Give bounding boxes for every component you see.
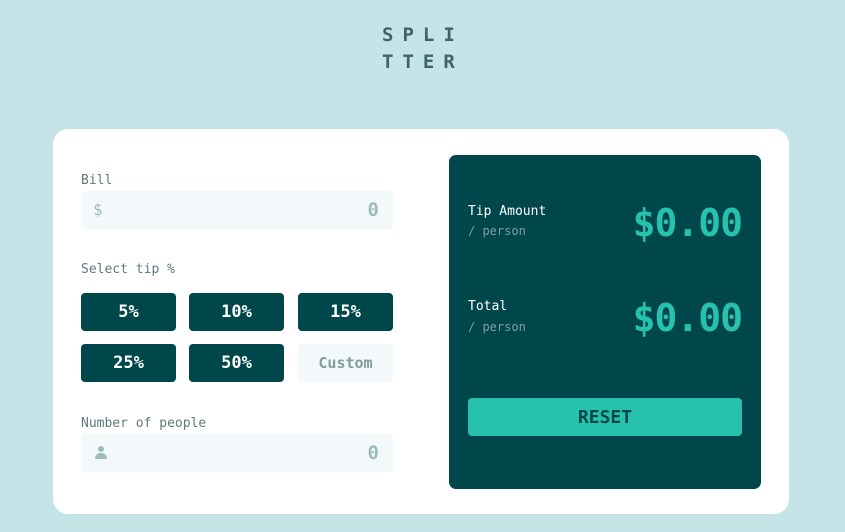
total-value: $0.00 [632, 296, 743, 340]
bill-input[interactable]: $ 0 [81, 191, 393, 229]
tip-15-button[interactable]: 15% [298, 293, 393, 331]
tip-amount-title: Tip Amount [468, 204, 547, 219]
tip-10-button[interactable]: 10% [189, 293, 284, 331]
total-sub: / person [468, 320, 526, 334]
calculator-card: Bill $ 0 Select tip % 5% 10% 15% 25% 50%… [53, 129, 789, 514]
bill-label: Bill [81, 173, 113, 188]
reset-button[interactable]: RESET [468, 398, 742, 436]
app-logo: SPLI TTER [382, 22, 472, 76]
dollar-icon: $ [93, 200, 103, 219]
tip-label: Select tip % [81, 262, 175, 277]
people-label: Number of people [81, 416, 207, 431]
person-icon [95, 446, 107, 460]
tip-amount-value: $0.00 [632, 201, 743, 245]
tip-50-button[interactable]: 50% [189, 344, 284, 382]
bill-value: 0 [367, 199, 379, 221]
logo-line-2: TTER [382, 51, 464, 73]
people-input[interactable]: 0 [81, 434, 393, 472]
tip-25-button[interactable]: 25% [81, 344, 176, 382]
people-value: 0 [367, 442, 379, 464]
tip-5-button[interactable]: 5% [81, 293, 176, 331]
results-panel: Tip Amount / person $0.00 Total / person… [449, 155, 761, 489]
tip-custom-input[interactable]: Custom [298, 344, 393, 382]
tip-amount-sub: / person [468, 224, 526, 238]
total-title: Total [468, 299, 508, 314]
logo-line-1: SPLI [382, 24, 464, 46]
